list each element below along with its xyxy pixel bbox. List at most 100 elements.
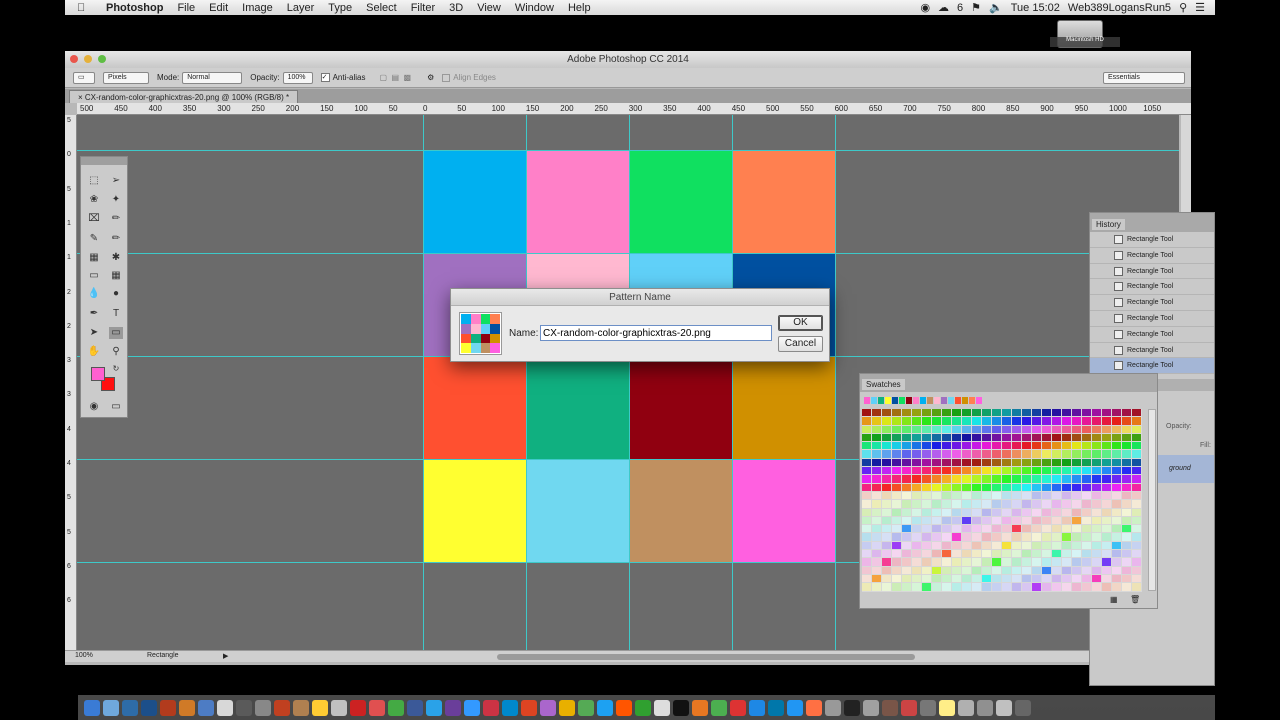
swatch-cell[interactable] bbox=[882, 442, 892, 451]
swatch-cell[interactable] bbox=[1032, 491, 1042, 501]
swatch-cell[interactable] bbox=[1082, 417, 1092, 426]
swatch-cell[interactable] bbox=[1112, 450, 1122, 459]
recent-swatch[interactable] bbox=[941, 397, 947, 404]
swatch-cell[interactable] bbox=[1012, 483, 1022, 492]
swatch-cell[interactable] bbox=[992, 574, 1002, 584]
swatch-cell[interactable] bbox=[1012, 442, 1022, 451]
swatch-cell[interactable] bbox=[932, 450, 942, 459]
swatch-cell[interactable] bbox=[1022, 550, 1032, 559]
swatch-cell[interactable] bbox=[1062, 483, 1072, 492]
swatch-cell[interactable] bbox=[1002, 533, 1012, 542]
swatch-cell[interactable] bbox=[1052, 583, 1062, 592]
swatch-cell[interactable] bbox=[942, 574, 952, 584]
swatch-cell[interactable] bbox=[1062, 508, 1072, 517]
swatch-cell[interactable] bbox=[882, 550, 892, 559]
swatch-cell[interactable] bbox=[1082, 491, 1092, 501]
path-operations-icon[interactable]: ▢ ▤ ▩ bbox=[379, 73, 411, 82]
swatch-cell[interactable] bbox=[902, 467, 912, 476]
tool-preset-picker[interactable]: ▭ bbox=[73, 71, 95, 84]
swatch-cell[interactable] bbox=[962, 458, 972, 468]
swatch-cell[interactable] bbox=[1002, 409, 1012, 418]
swatch-cell[interactable] bbox=[912, 574, 922, 584]
swatch-cell[interactable] bbox=[862, 574, 872, 584]
swatch-cell[interactable] bbox=[952, 566, 962, 575]
swatch-cell[interactable] bbox=[1002, 500, 1012, 509]
menu-3d[interactable]: 3D bbox=[442, 2, 470, 14]
swatch-cell[interactable] bbox=[932, 491, 942, 501]
swatch-cell[interactable] bbox=[1092, 541, 1102, 551]
dock-app-icon[interactable] bbox=[635, 699, 651, 716]
swatch-cell[interactable] bbox=[1132, 442, 1142, 451]
recent-swatch[interactable] bbox=[878, 397, 884, 404]
quick-mask-icon[interactable]: ◉ bbox=[87, 401, 101, 413]
swatch-cell[interactable] bbox=[1092, 450, 1102, 459]
dock-app-icon[interactable] bbox=[407, 699, 423, 716]
swatch-cell[interactable] bbox=[912, 467, 922, 476]
swatch-cell[interactable] bbox=[952, 458, 962, 468]
swatch-cell[interactable] bbox=[1072, 409, 1082, 418]
swatch-cell[interactable] bbox=[1082, 475, 1092, 484]
swatch-cell[interactable] bbox=[1052, 442, 1062, 451]
swatch-cell[interactable] bbox=[1002, 583, 1012, 592]
swatch-cell[interactable] bbox=[1022, 409, 1032, 418]
swatch-cell[interactable] bbox=[1112, 541, 1122, 551]
swatch-cell[interactable] bbox=[1012, 433, 1022, 443]
swatch-cell[interactable] bbox=[1002, 442, 1012, 451]
swatch-cell[interactable] bbox=[892, 541, 902, 551]
dock-app-icon[interactable] bbox=[787, 699, 803, 716]
swatch-cell[interactable] bbox=[1122, 450, 1132, 459]
swatch-cell[interactable] bbox=[1102, 442, 1112, 451]
swatch-cell[interactable] bbox=[912, 483, 922, 492]
swatch-cell[interactable] bbox=[972, 483, 982, 492]
swatch-cell[interactable] bbox=[1082, 558, 1092, 567]
dock-app-icon[interactable] bbox=[920, 699, 936, 716]
hand-tool-icon[interactable]: ✋ bbox=[87, 346, 101, 358]
swatch-cell[interactable] bbox=[972, 425, 982, 434]
swatch-cell[interactable] bbox=[892, 525, 902, 534]
swatch-cell[interactable] bbox=[1092, 533, 1102, 542]
swatch-cell[interactable] bbox=[1072, 566, 1082, 575]
swatch-cell[interactable] bbox=[1122, 516, 1132, 526]
swatch-cell[interactable] bbox=[1132, 450, 1142, 459]
swatch-cell[interactable] bbox=[1012, 516, 1022, 526]
swatch-cell[interactable] bbox=[872, 409, 882, 418]
swatch-cell[interactable] bbox=[982, 458, 992, 468]
swatch-cell[interactable] bbox=[902, 541, 912, 551]
swatch-cell[interactable] bbox=[992, 467, 1002, 476]
swatch-cell[interactable] bbox=[872, 566, 882, 575]
swatch-cell[interactable] bbox=[1062, 533, 1072, 542]
swatch-cell[interactable] bbox=[1092, 491, 1102, 501]
swatch-cell[interactable] bbox=[992, 442, 1002, 451]
ruler-horizontal[interactable]: 500 450 400 350 300 250 200 150 100 50 0 50 100 150 20… bbox=[77, 103, 1191, 115]
layer-item[interactable]: ground bbox=[1157, 455, 1214, 483]
dock-app-icon[interactable] bbox=[540, 699, 556, 716]
swatch-cell[interactable] bbox=[882, 500, 892, 509]
swatch-cell[interactable] bbox=[1122, 566, 1132, 575]
swatch-cell[interactable] bbox=[1042, 583, 1052, 592]
swatch-cell[interactable] bbox=[902, 500, 912, 509]
swatch-cell[interactable] bbox=[952, 541, 962, 551]
swatch-cell[interactable] bbox=[1102, 525, 1112, 534]
swatch-cell[interactable] bbox=[922, 541, 932, 551]
history-brush-icon[interactable]: ✱ bbox=[109, 252, 123, 264]
dock-app-icon[interactable] bbox=[730, 699, 746, 716]
swatch-cell[interactable] bbox=[1102, 566, 1112, 575]
swatch-cell[interactable] bbox=[862, 425, 872, 434]
swatch-cell[interactable] bbox=[1012, 550, 1022, 559]
swatch-cell[interactable] bbox=[922, 508, 932, 517]
swatch-cell[interactable] bbox=[1082, 458, 1092, 468]
swatch-cell[interactable] bbox=[1092, 442, 1102, 451]
swatch-cell[interactable] bbox=[1112, 516, 1122, 526]
swatch-cell[interactable] bbox=[962, 491, 972, 501]
swatch-cell[interactable] bbox=[1132, 583, 1142, 592]
swatch-cell[interactable] bbox=[982, 508, 992, 517]
swatch-cell[interactable] bbox=[1012, 508, 1022, 517]
swatch-cell[interactable] bbox=[932, 566, 942, 575]
dodge-tool-icon[interactable]: ● bbox=[109, 288, 123, 300]
swatch-cell[interactable] bbox=[882, 574, 892, 584]
swatch-cell[interactable] bbox=[872, 533, 882, 542]
history-snapshot-toggle[interactable] bbox=[1090, 327, 1114, 342]
swatch-grid[interactable] bbox=[862, 409, 1142, 592]
swatch-cell[interactable] bbox=[892, 533, 902, 542]
recent-swatch[interactable] bbox=[934, 397, 940, 404]
